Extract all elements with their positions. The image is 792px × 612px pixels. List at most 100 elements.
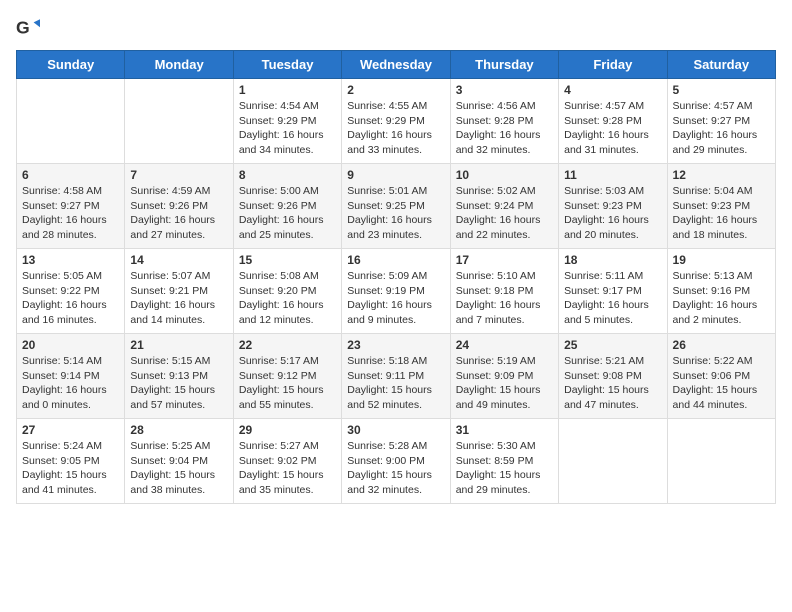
weekday-header-thursday: Thursday: [450, 51, 558, 79]
calendar-cell: 23 Sunrise: 5:18 AM Sunset: 9:11 PM Dayli…: [342, 334, 450, 419]
logo-icon: G: [16, 16, 40, 40]
day-number: 16: [347, 253, 444, 267]
week-row-1: 1 Sunrise: 4:54 AM Sunset: 9:29 PM Daylig…: [17, 79, 776, 164]
day-number: 25: [564, 338, 661, 352]
day-info: Sunrise: 5:17 AM Sunset: 9:12 PM Dayligh…: [239, 354, 336, 413]
calendar-cell: 28 Sunrise: 5:25 AM Sunset: 9:04 PM Dayli…: [125, 419, 233, 504]
week-row-3: 13 Sunrise: 5:05 AM Sunset: 9:22 PM Dayli…: [17, 249, 776, 334]
calendar-header: SundayMondayTuesdayWednesdayThursdayFrid…: [17, 51, 776, 79]
calendar-cell: 21 Sunrise: 5:15 AM Sunset: 9:13 PM Dayli…: [125, 334, 233, 419]
svg-text:G: G: [16, 18, 30, 38]
weekday-header-saturday: Saturday: [667, 51, 775, 79]
week-row-5: 27 Sunrise: 5:24 AM Sunset: 9:05 PM Dayli…: [17, 419, 776, 504]
day-info: Sunrise: 5:15 AM Sunset: 9:13 PM Dayligh…: [130, 354, 227, 413]
calendar-cell: 20 Sunrise: 5:14 AM Sunset: 9:14 PM Dayli…: [17, 334, 125, 419]
day-number: 5: [673, 83, 770, 97]
day-number: 1: [239, 83, 336, 97]
day-number: 27: [22, 423, 119, 437]
calendar-cell: 9Sunrise: 5:01 AM Sunset: 9:25 PM Daylig…: [342, 164, 450, 249]
day-info: Sunrise: 5:00 AM Sunset: 9:26 PM Dayligh…: [239, 184, 336, 243]
calendar-body: 1 Sunrise: 4:54 AM Sunset: 9:29 PM Daylig…: [17, 79, 776, 504]
calendar-cell: 17 Sunrise: 5:10 AM Sunset: 9:18 PM Dayli…: [450, 249, 558, 334]
day-number: 12: [673, 168, 770, 182]
calendar-cell: 11 Sunrise: 5:03 AM Sunset: 9:23 PM Dayli…: [559, 164, 667, 249]
day-info: Sunrise: 4:56 AM Sunset: 9:28 PM Dayligh…: [456, 99, 553, 158]
day-number: 4: [564, 83, 661, 97]
weekday-header-tuesday: Tuesday: [233, 51, 341, 79]
day-number: 24: [456, 338, 553, 352]
calendar-cell: 24 Sunrise: 5:19 AM Sunset: 9:09 PM Dayli…: [450, 334, 558, 419]
day-number: 2: [347, 83, 444, 97]
calendar-cell: 26 Sunrise: 5:22 AM Sunset: 9:06 PM Dayli…: [667, 334, 775, 419]
day-info: Sunrise: 5:07 AM Sunset: 9:21 PM Dayligh…: [130, 269, 227, 328]
calendar-cell: 16 Sunrise: 5:09 AM Sunset: 9:19 PM Dayli…: [342, 249, 450, 334]
calendar-cell: 8Sunrise: 5:00 AM Sunset: 9:26 PM Daylig…: [233, 164, 341, 249]
calendar-table: SundayMondayTuesdayWednesdayThursdayFrid…: [16, 50, 776, 504]
day-number: 11: [564, 168, 661, 182]
day-number: 7: [130, 168, 227, 182]
calendar-cell: 10 Sunrise: 5:02 AM Sunset: 9:24 PM Dayli…: [450, 164, 558, 249]
day-info: Sunrise: 5:18 AM Sunset: 9:11 PM Dayligh…: [347, 354, 444, 413]
calendar-cell: 12 Sunrise: 5:04 AM Sunset: 9:23 PM Dayli…: [667, 164, 775, 249]
day-info: Sunrise: 4:58 AM Sunset: 9:27 PM Dayligh…: [22, 184, 119, 243]
day-info: Sunrise: 5:01 AM Sunset: 9:25 PM Dayligh…: [347, 184, 444, 243]
day-info: Sunrise: 5:28 AM Sunset: 9:00 PM Dayligh…: [347, 439, 444, 498]
calendar-cell: 5 Sunrise: 4:57 AM Sunset: 9:27 PM Daylig…: [667, 79, 775, 164]
day-info: Sunrise: 5:08 AM Sunset: 9:20 PM Dayligh…: [239, 269, 336, 328]
day-info: Sunrise: 4:57 AM Sunset: 9:27 PM Dayligh…: [673, 99, 770, 158]
calendar-cell: 25 Sunrise: 5:21 AM Sunset: 9:08 PM Dayli…: [559, 334, 667, 419]
weekday-header-wednesday: Wednesday: [342, 51, 450, 79]
day-number: 29: [239, 423, 336, 437]
day-number: 20: [22, 338, 119, 352]
day-number: 3: [456, 83, 553, 97]
day-info: Sunrise: 5:25 AM Sunset: 9:04 PM Dayligh…: [130, 439, 227, 498]
day-number: 28: [130, 423, 227, 437]
calendar-cell: [17, 79, 125, 164]
day-number: 15: [239, 253, 336, 267]
day-info: Sunrise: 5:05 AM Sunset: 9:22 PM Dayligh…: [22, 269, 119, 328]
day-info: Sunrise: 5:21 AM Sunset: 9:08 PM Dayligh…: [564, 354, 661, 413]
day-number: 23: [347, 338, 444, 352]
day-info: Sunrise: 5:03 AM Sunset: 9:23 PM Dayligh…: [564, 184, 661, 243]
day-info: Sunrise: 5:30 AM Sunset: 8:59 PM Dayligh…: [456, 439, 553, 498]
weekday-header-sunday: Sunday: [17, 51, 125, 79]
calendar-cell: 6 Sunrise: 4:58 AM Sunset: 9:27 PM Daylig…: [17, 164, 125, 249]
day-number: 26: [673, 338, 770, 352]
day-info: Sunrise: 5:14 AM Sunset: 9:14 PM Dayligh…: [22, 354, 119, 413]
day-info: Sunrise: 4:55 AM Sunset: 9:29 PM Dayligh…: [347, 99, 444, 158]
day-info: Sunrise: 5:02 AM Sunset: 9:24 PM Dayligh…: [456, 184, 553, 243]
day-info: Sunrise: 4:57 AM Sunset: 9:28 PM Dayligh…: [564, 99, 661, 158]
calendar-cell: 15 Sunrise: 5:08 AM Sunset: 9:20 PM Dayli…: [233, 249, 341, 334]
day-number: 10: [456, 168, 553, 182]
weekday-header-monday: Monday: [125, 51, 233, 79]
day-info: Sunrise: 5:09 AM Sunset: 9:19 PM Dayligh…: [347, 269, 444, 328]
day-info: Sunrise: 5:19 AM Sunset: 9:09 PM Dayligh…: [456, 354, 553, 413]
header: G: [16, 16, 776, 40]
day-number: 30: [347, 423, 444, 437]
day-info: Sunrise: 5:27 AM Sunset: 9:02 PM Dayligh…: [239, 439, 336, 498]
week-row-2: 6 Sunrise: 4:58 AM Sunset: 9:27 PM Daylig…: [17, 164, 776, 249]
day-number: 14: [130, 253, 227, 267]
weekday-header-friday: Friday: [559, 51, 667, 79]
weekday-header-row: SundayMondayTuesdayWednesdayThursdayFrid…: [17, 51, 776, 79]
calendar-cell: 3 Sunrise: 4:56 AM Sunset: 9:28 PM Daylig…: [450, 79, 558, 164]
week-row-4: 20 Sunrise: 5:14 AM Sunset: 9:14 PM Dayli…: [17, 334, 776, 419]
calendar-cell: 18Sunrise: 5:11 AM Sunset: 9:17 PM Dayli…: [559, 249, 667, 334]
day-number: 6: [22, 168, 119, 182]
day-number: 13: [22, 253, 119, 267]
calendar-cell: 22 Sunrise: 5:17 AM Sunset: 9:12 PM Dayli…: [233, 334, 341, 419]
calendar-cell: 19Sunrise: 5:13 AM Sunset: 9:16 PM Dayli…: [667, 249, 775, 334]
day-info: Sunrise: 5:13 AM Sunset: 9:16 PM Dayligh…: [673, 269, 770, 328]
calendar-cell: [125, 79, 233, 164]
day-number: 22: [239, 338, 336, 352]
day-info: Sunrise: 5:10 AM Sunset: 9:18 PM Dayligh…: [456, 269, 553, 328]
day-number: 21: [130, 338, 227, 352]
calendar-cell: 14 Sunrise: 5:07 AM Sunset: 9:21 PM Dayli…: [125, 249, 233, 334]
day-number: 17: [456, 253, 553, 267]
day-info: Sunrise: 4:54 AM Sunset: 9:29 PM Dayligh…: [239, 99, 336, 158]
day-info: Sunrise: 5:24 AM Sunset: 9:05 PM Dayligh…: [22, 439, 119, 498]
calendar-cell: 30 Sunrise: 5:28 AM Sunset: 9:00 PM Dayli…: [342, 419, 450, 504]
day-info: Sunrise: 5:04 AM Sunset: 9:23 PM Dayligh…: [673, 184, 770, 243]
day-number: 31: [456, 423, 553, 437]
day-info: Sunrise: 5:22 AM Sunset: 9:06 PM Dayligh…: [673, 354, 770, 413]
